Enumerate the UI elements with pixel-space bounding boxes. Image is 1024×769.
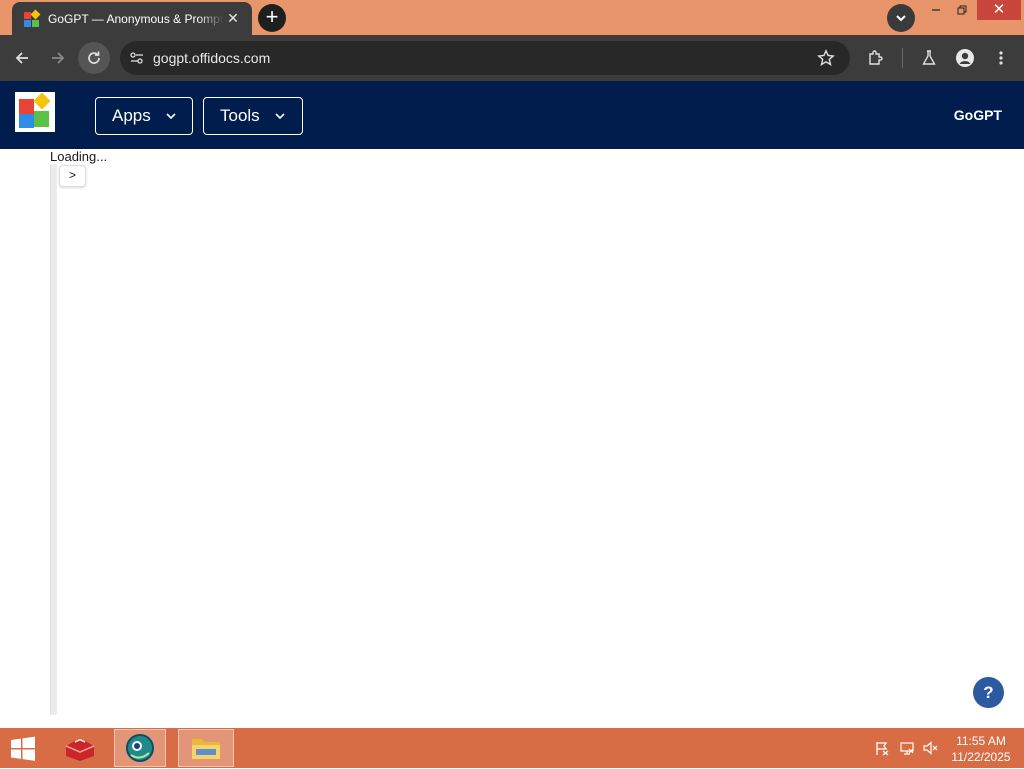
arrow-left-icon	[15, 52, 28, 64]
windows-logo-icon	[11, 736, 35, 761]
tools-label: Tools	[220, 106, 260, 125]
browser-globe-icon	[126, 734, 154, 762]
windows-taskbar: 11:55 AM 11/22/2025	[0, 728, 1024, 768]
address-bar[interactable]: gogpt.offidocs.com	[120, 41, 850, 75]
bookmark-star-icon[interactable]	[817, 49, 835, 72]
chevron-down-icon	[166, 113, 176, 120]
flask-icon	[922, 50, 936, 65]
expand-sidebar-button[interactable]: >	[59, 165, 86, 187]
clock-time: 11:55 AM	[956, 734, 1006, 748]
arrow-right-icon	[52, 52, 65, 64]
sidebar-edge	[50, 164, 57, 715]
restore-icon	[957, 5, 967, 15]
tab-title: GoGPT — Anonymous & Prompt Generator	[48, 11, 224, 26]
main-content: Loading... > ?	[0, 149, 1024, 728]
url-text: gogpt.offidocs.com	[153, 50, 271, 66]
clock-date: 11/22/2025	[951, 750, 1011, 764]
labs-button[interactable]	[913, 42, 945, 74]
browser-tab-gogpt[interactable]: GoGPT — Anonymous & Prompt Generator ✕	[12, 2, 252, 35]
loading-text: Loading...	[50, 149, 108, 164]
brand-link[interactable]: GoGPT	[954, 107, 1002, 123]
browser-menu-button[interactable]	[985, 42, 1017, 74]
network-icon[interactable]	[899, 740, 915, 756]
window-close-button[interactable]: ✕	[977, 0, 1021, 20]
taskbar-app-toolbox[interactable]	[54, 729, 106, 767]
extensions-button[interactable]	[860, 42, 892, 74]
browser-toolbar: gogpt.offidocs.com	[0, 35, 1024, 81]
chevron-down-icon	[275, 113, 285, 120]
forward-button[interactable]	[42, 42, 74, 74]
offidocs-logo[interactable]	[15, 92, 55, 132]
system-clock[interactable]: 11:55 AM 11/22/2025	[946, 733, 1016, 765]
reload-icon	[88, 51, 100, 64]
apps-menu-button[interactable]: Apps	[95, 97, 193, 135]
volume-muted-icon[interactable]	[922, 740, 938, 756]
chevron-down-icon	[896, 15, 906, 22]
more-vertical-icon	[999, 51, 1003, 65]
help-button[interactable]: ?	[973, 677, 1004, 708]
browser-tab-strip: GoGPT — Anonymous & Prompt Generator ✕ +…	[0, 0, 1024, 35]
apps-label: Apps	[112, 106, 151, 125]
new-tab-button[interactable]: +	[258, 4, 286, 32]
taskbar-app-file-explorer[interactable]	[178, 729, 234, 767]
gogpt-favicon-icon	[24, 9, 41, 27]
site-info-icon[interactable]	[129, 50, 145, 71]
back-button[interactable]	[6, 42, 38, 74]
toolbar-divider	[902, 48, 903, 68]
restore-button[interactable]	[948, 0, 976, 20]
profile-icon	[956, 49, 974, 67]
minimize-icon	[932, 9, 940, 11]
puzzle-icon	[869, 50, 883, 65]
taskbar-app-browser[interactable]	[114, 729, 166, 767]
toolbox-icon	[65, 738, 95, 761]
tab-search-button[interactable]	[887, 4, 915, 32]
reload-button[interactable]	[78, 42, 110, 74]
start-button[interactable]	[8, 734, 38, 764]
tools-menu-button[interactable]: Tools	[203, 97, 303, 135]
profile-button[interactable]	[949, 42, 981, 74]
action-center-flag-icon[interactable]	[874, 740, 890, 756]
folder-icon	[192, 739, 220, 759]
tab-close-icon[interactable]: ✕	[224, 10, 242, 27]
site-header: Apps Tools GoGPT	[0, 81, 1024, 149]
minimize-button[interactable]	[922, 0, 950, 20]
